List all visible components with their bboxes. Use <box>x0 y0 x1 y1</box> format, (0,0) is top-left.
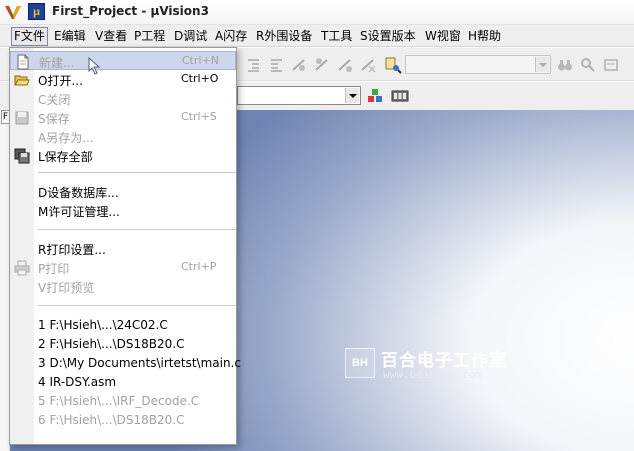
watermark-logo: BH <box>345 348 375 378</box>
chevron-down-icon[interactable] <box>345 88 359 103</box>
menu-item-print-preview[interactable]: V打印预览 <box>10 277 236 296</box>
recent-file-label: 2 F:\Hsieh\...\DS18B20.C <box>38 337 185 351</box>
bookmark-clear-icon[interactable] <box>360 57 376 73</box>
menu-item-save-all[interactable]: L保存全部 <box>10 146 236 165</box>
menu-bar: F文件 E编辑 V查看 P工程 D调试 A闪存 R外围设备 T工具 S设置版本 … <box>0 24 634 47</box>
mouse-cursor-icon <box>88 57 101 75</box>
menu-item-label: V打印预览 <box>38 281 95 295</box>
menu-tools[interactable]: T工具 <box>319 27 354 46</box>
keil-logo-icon <box>5 6 21 19</box>
menu-item-label: C关闭 <box>38 93 71 107</box>
menu-help[interactable]: H帮助 <box>466 27 503 46</box>
menu-item-label: R打印设置... <box>38 243 106 257</box>
indent-icon[interactable] <box>245 57 261 73</box>
save-all-icon <box>14 148 30 164</box>
incremental-find-icon[interactable] <box>580 57 596 73</box>
menu-item-label: O打开... <box>38 74 83 88</box>
watermark-url: www.beihece.com <box>383 368 483 381</box>
file-menu-dropdown: 新建... Ctrl+N O打开... Ctrl+O C关闭 S保存 Ctrl+… <box>9 47 241 445</box>
target-select[interactable] <box>237 86 361 105</box>
menu-item-label: D设备数据库... <box>38 186 119 200</box>
menu-peripherals[interactable]: R外围设备 <box>254 27 314 46</box>
save-icon <box>15 111 29 125</box>
menu-file[interactable]: F文件 <box>11 27 48 46</box>
menu-item-shortcut: Ctrl+S <box>181 110 217 123</box>
recent-file-label: 6 F:\Hsieh\...\DS18B20.C <box>38 413 185 427</box>
print-icon <box>14 260 30 276</box>
menu-item-label: P打印 <box>38 262 70 276</box>
browse-icon[interactable] <box>603 57 619 73</box>
menu-debug[interactable]: D调试 <box>172 27 209 46</box>
bookmark-toggle-icon[interactable] <box>291 57 307 73</box>
recent-file-label: 4 IR-DSY.asm <box>38 375 117 389</box>
menu-item-shortcut: Ctrl+P <box>181 260 217 273</box>
recent-file-label: 3 D:\My Documents\irtetst\main.c <box>38 356 241 370</box>
menu-project[interactable]: P工程 <box>132 27 167 46</box>
recent-file-item[interactable]: 1 F:\Hsieh\...\24C02.C <box>10 316 236 335</box>
menu-separator <box>38 229 236 230</box>
menu-item-shortcut: Ctrl+O <box>181 72 219 85</box>
menu-item-license-management[interactable]: M许可证管理... <box>10 201 236 220</box>
binoculars-icon[interactable] <box>557 57 573 73</box>
open-folder-icon <box>14 75 30 86</box>
menu-separator <box>38 305 236 306</box>
recent-file-item[interactable]: 4 IR-DSY.asm <box>10 373 236 392</box>
window-title: First_Project - µVision3 <box>52 4 209 18</box>
menu-flash[interactable]: A闪存 <box>213 27 249 46</box>
bookmark-next-icon[interactable] <box>337 57 353 73</box>
new-file-icon <box>17 54 29 70</box>
menu-item-close[interactable]: C关闭 <box>10 89 236 108</box>
menu-item-save[interactable]: S保存 Ctrl+S <box>10 108 236 127</box>
options-for-target-icon[interactable] <box>391 88 409 104</box>
menu-item-print-setup[interactable]: R打印设置... <box>10 239 236 258</box>
menu-item-label: 新建... <box>39 56 75 70</box>
chevron-down-icon[interactable] <box>535 57 549 72</box>
menu-svcs[interactable]: S设置版本 <box>358 27 418 46</box>
title-bar: μ First_Project - µVision3 <box>0 0 634 24</box>
menu-separator <box>38 172 236 173</box>
find-combobox[interactable] <box>405 55 551 74</box>
recent-file-label: 1 F:\Hsieh\...\24C02.C <box>38 318 168 332</box>
menu-edit[interactable]: E编辑 <box>52 27 88 46</box>
menu-item-save-as[interactable]: A另存为... <box>10 127 236 146</box>
menu-item-open[interactable]: O打开... Ctrl+O <box>10 70 236 89</box>
menu-item-label: S保存 <box>38 112 70 126</box>
find-in-files-icon[interactable] <box>384 56 402 74</box>
menu-item-label: L保存全部 <box>38 150 93 164</box>
menu-item-new[interactable]: 新建... Ctrl+N <box>10 51 236 70</box>
uvision-app-icon: μ <box>28 3 45 20</box>
components-books-icon[interactable] <box>367 88 383 104</box>
recent-file-item[interactable]: 6 F:\Hsieh\...\DS18B20.C <box>10 411 236 430</box>
recent-file-label: 5 F:\Hsieh\...\IRF_Decode.C <box>38 394 200 408</box>
recent-file-item[interactable]: 2 F:\Hsieh\...\DS18B20.C <box>10 335 236 354</box>
menu-item-shortcut: Ctrl+N <box>182 54 220 67</box>
menu-window[interactable]: W视窗 <box>423 27 463 46</box>
bookmark-prev-icon[interactable] <box>314 57 330 73</box>
menu-item-label: A另存为... <box>38 131 94 145</box>
menu-view[interactable]: V查看 <box>93 27 129 46</box>
recent-file-item[interactable]: 5 F:\Hsieh\...\IRF_Decode.C <box>10 392 236 411</box>
unindent-icon[interactable] <box>268 57 284 73</box>
menu-item-print[interactable]: P打印 Ctrl+P <box>10 258 236 277</box>
recent-file-item[interactable]: 3 D:\My Documents\irtetst\main.c <box>10 354 241 373</box>
menu-item-label: M许可证管理... <box>38 205 120 219</box>
menu-item-device-database[interactable]: D设备数据库... <box>10 182 236 201</box>
